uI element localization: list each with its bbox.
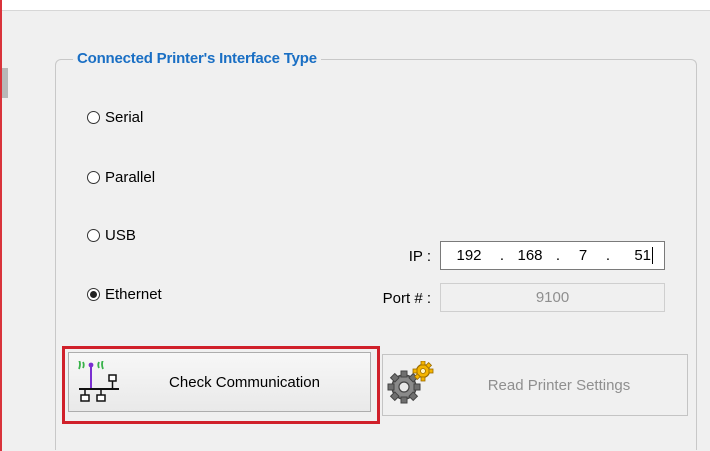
read-printer-settings-button[interactable]: Read Printer Settings <box>382 354 688 416</box>
radio-parallel[interactable]: Parallel <box>87 169 155 186</box>
ip-dot-3: . <box>605 247 611 264</box>
check-communication-button[interactable]: Check Communication <box>68 352 371 412</box>
radio-usb[interactable]: USB <box>87 227 136 244</box>
text-caret <box>652 247 653 264</box>
port-label: Port # : <box>382 290 431 307</box>
radio-serial-circle[interactable] <box>87 111 100 124</box>
check-communication-label: Check Communication <box>169 373 320 391</box>
radio-parallel-circle[interactable] <box>87 171 100 184</box>
radio-ethernet-label: Ethernet <box>105 286 162 303</box>
radio-parallel-label: Parallel <box>105 169 156 186</box>
ip-address-field[interactable]: 192 . 168 . 7 . 51 <box>440 241 665 270</box>
top-strip <box>0 0 710 10</box>
port-value: 9100 <box>535 289 570 306</box>
ip-label: IP : <box>408 248 431 265</box>
radio-usb-circle[interactable] <box>87 229 100 242</box>
radio-serial-label: Serial <box>105 109 144 126</box>
port-field[interactable]: 9100 <box>440 283 665 312</box>
radio-serial[interactable]: Serial <box>87 109 143 126</box>
ip-octet-1[interactable]: 192 <box>441 247 497 264</box>
ip-dot-1: . <box>499 247 505 264</box>
read-printer-settings-label: Read Printer Settings <box>487 376 631 394</box>
ip-octet-2[interactable]: 168 <box>507 247 553 264</box>
groupbox-title: Connected Printer's Interface Type <box>73 50 321 67</box>
ip-octet-4[interactable]: 51 <box>613 247 651 264</box>
left-tick <box>2 68 8 98</box>
radio-ethernet-circle[interactable] <box>87 288 100 301</box>
top-divider <box>0 10 710 11</box>
radio-usb-label: USB <box>105 227 136 244</box>
ip-dot-2: . <box>555 247 561 264</box>
radio-ethernet[interactable]: Ethernet <box>87 286 162 303</box>
ip-octet-3[interactable]: 7 <box>563 247 603 264</box>
